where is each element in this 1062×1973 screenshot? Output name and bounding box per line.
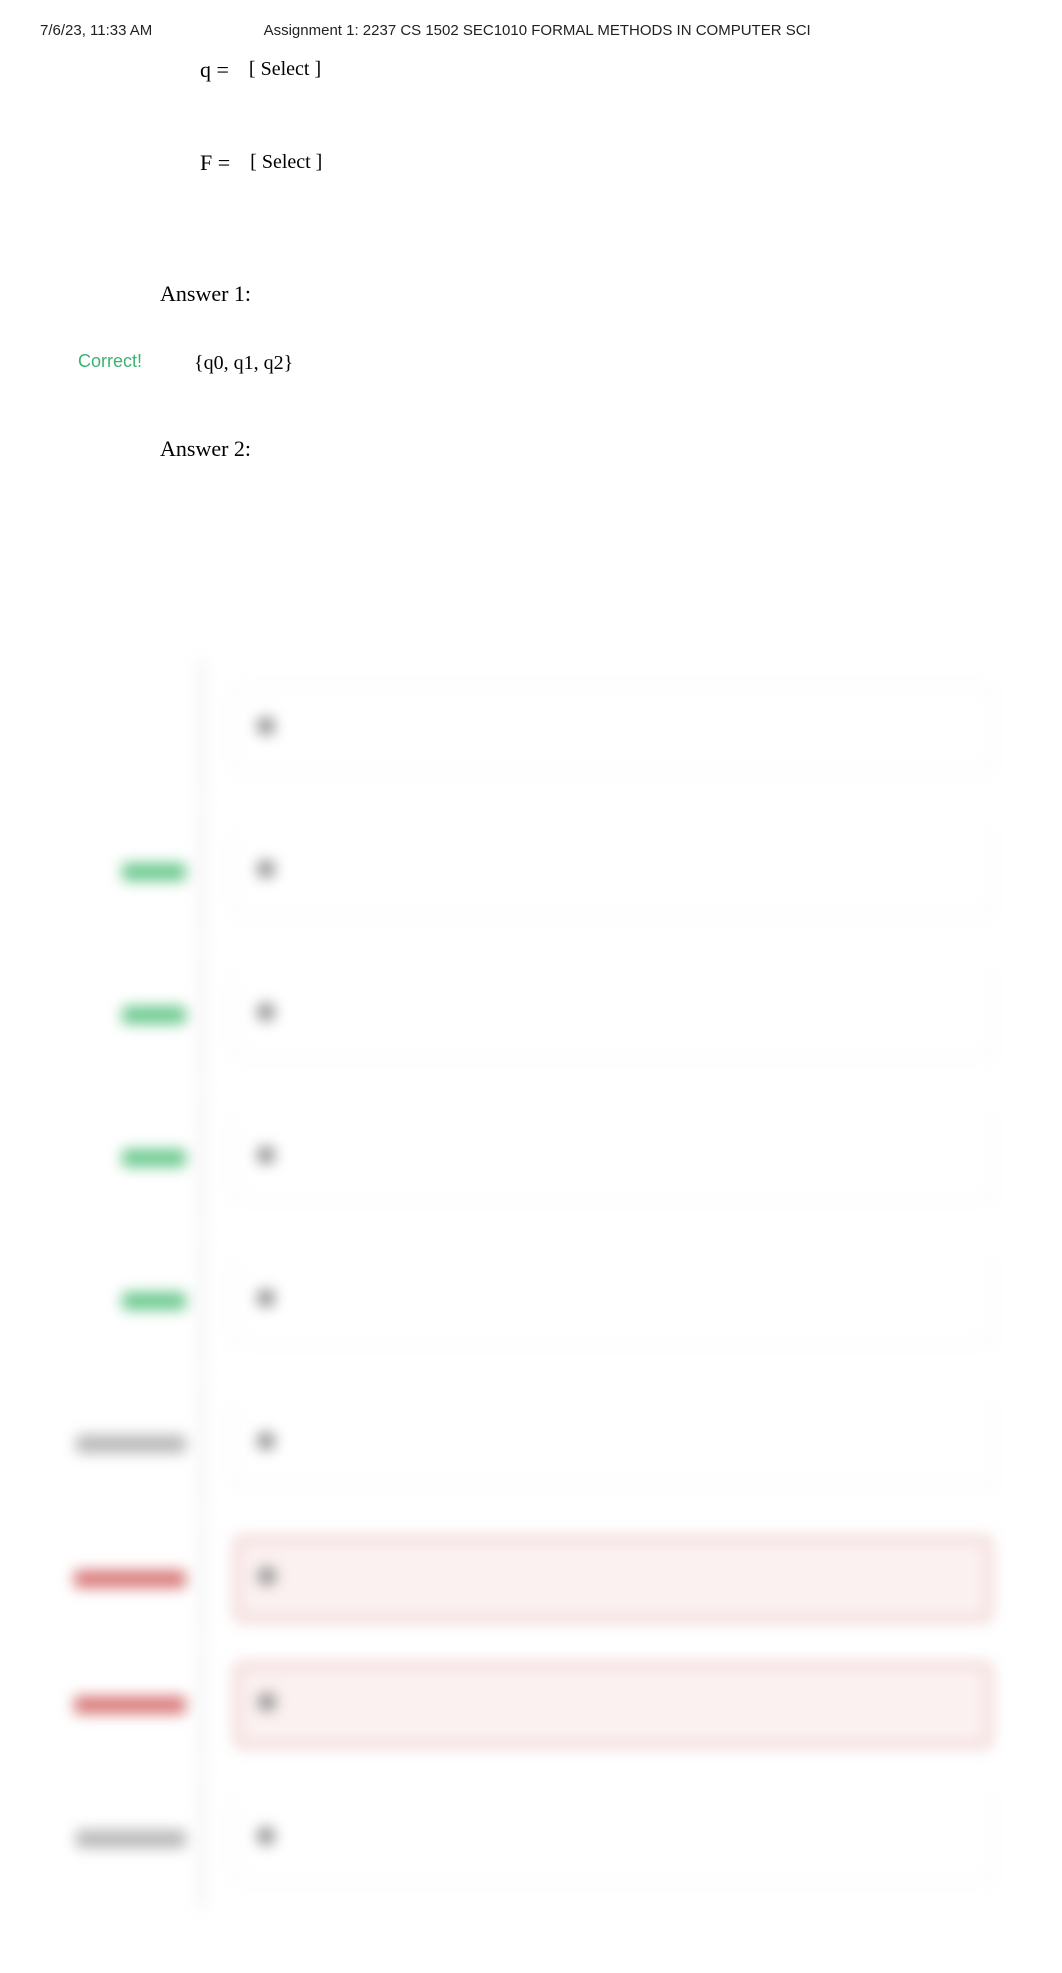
hidden-option-sidelabel	[70, 1006, 200, 1024]
dot-icon	[258, 1567, 276, 1585]
hidden-option-main	[200, 1770, 992, 1909]
hidden-option-row	[70, 1770, 992, 1909]
dot-icon	[257, 860, 275, 878]
status-badge	[76, 1830, 186, 1848]
hidden-option-sidelabel	[70, 1149, 200, 1167]
hidden-option-row	[70, 1518, 992, 1640]
status-badge	[122, 1006, 186, 1024]
status-badge	[74, 1570, 186, 1588]
answer-block-1: Answer 1:	[40, 267, 1022, 340]
hidden-option-sidelabel	[70, 1435, 200, 1453]
dot-icon	[257, 1827, 275, 1845]
answer-block-2: Answer 2:	[40, 422, 1022, 495]
status-badge	[76, 1435, 186, 1453]
hidden-option-main	[200, 1644, 992, 1766]
dot-icon	[257, 1432, 275, 1450]
hidden-option-row	[70, 946, 992, 1085]
hidden-option-row	[70, 1644, 992, 1766]
answer-status-1: Correct!	[40, 348, 160, 375]
hidden-option-main	[200, 1232, 992, 1371]
answer-value-row-2	[40, 503, 1022, 539]
hidden-option-box	[234, 1536, 992, 1622]
answer-heading-1: Answer 1:	[160, 277, 1022, 310]
status-badge	[122, 1292, 186, 1310]
hidden-option-main	[200, 803, 992, 942]
hidden-option-box	[234, 1798, 992, 1881]
status-badge	[74, 1696, 186, 1714]
hidden-option-row	[70, 1232, 992, 1371]
dot-icon	[258, 1693, 276, 1711]
page-header: 7/6/23, 11:33 AM Assignment 1: 2237 CS 1…	[0, 0, 1062, 53]
hidden-option-sidelabel	[70, 1830, 200, 1848]
hidden-option-box	[234, 1403, 992, 1486]
hidden-option-box	[234, 1117, 992, 1200]
hidden-option-row	[70, 1089, 992, 1228]
hidden-option-row	[70, 659, 992, 799]
hidden-option-main	[200, 659, 992, 799]
hidden-option-box	[234, 1260, 992, 1343]
hidden-option-main	[200, 1518, 992, 1640]
variable-label-q: q =	[200, 53, 229, 86]
answer-value-1: {q0, q1, q2}	[160, 348, 1022, 378]
hidden-option-row	[70, 1375, 992, 1514]
hidden-option-box	[234, 687, 992, 771]
hidden-option-main	[200, 1375, 992, 1514]
hidden-option-main	[200, 946, 992, 1085]
hidden-option-box	[234, 831, 992, 914]
status-badge	[122, 1149, 186, 1167]
content-area: q = [ Select ] F = [ Select ] Answer 1: …	[0, 53, 1062, 1973]
select-dropdown-f[interactable]: [ Select ]	[250, 147, 322, 177]
obscured-section	[40, 659, 1022, 1909]
hidden-option-box	[234, 974, 992, 1057]
header-title: Assignment 1: 2237 CS 1502 SEC1010 FORMA…	[152, 20, 1022, 43]
status-badge	[122, 863, 186, 881]
variable-row-q: q = [ Select ]	[200, 53, 1022, 146]
dot-icon	[257, 1003, 275, 1021]
hidden-option-sidelabel	[70, 863, 200, 881]
answer-heading-2: Answer 2:	[160, 432, 1022, 465]
select-dropdown-q[interactable]: [ Select ]	[249, 54, 321, 84]
variable-row-f: F = [ Select ]	[200, 146, 1022, 259]
answer-value-row-1: Correct! {q0, q1, q2}	[40, 348, 1022, 414]
dot-icon	[257, 717, 275, 735]
header-datetime: 7/6/23, 11:33 AM	[40, 20, 152, 43]
hidden-option-box	[234, 1662, 992, 1748]
hidden-option-sidelabel	[70, 1292, 200, 1310]
hidden-option-sidelabel	[70, 1570, 200, 1588]
hidden-option-main	[200, 1089, 992, 1228]
dot-icon	[257, 1289, 275, 1307]
dot-icon	[257, 1146, 275, 1164]
variable-label-f: F =	[200, 146, 230, 179]
hidden-option-sidelabel	[70, 1696, 200, 1714]
hidden-option-row	[70, 803, 992, 942]
